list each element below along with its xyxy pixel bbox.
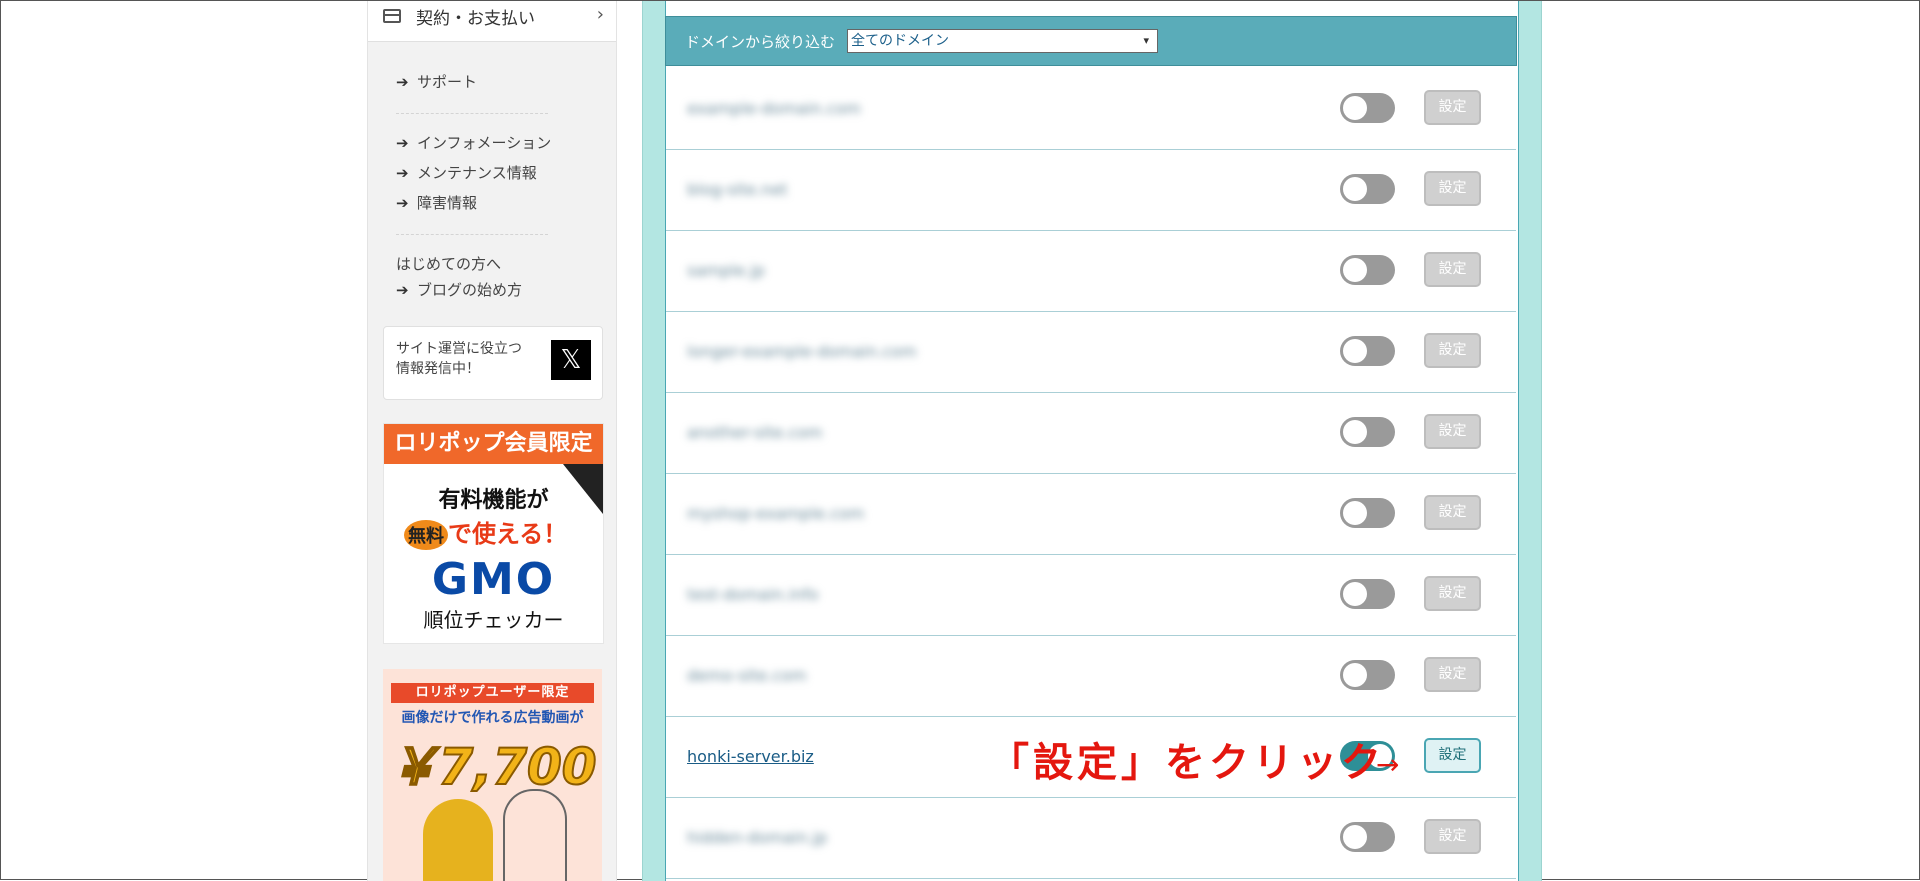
domain-row: test-domain.info 設定 xyxy=(666,555,1516,636)
divider xyxy=(396,234,548,235)
chevron-down-icon: ▾ xyxy=(1143,34,1149,47)
arrow-right-icon: ➔ xyxy=(396,281,409,299)
settings-button[interactable]: 設定 xyxy=(1424,576,1481,611)
domain-toggle[interactable] xyxy=(1340,579,1395,609)
sidebar-item-label: 契約・お支払い xyxy=(416,9,535,29)
domain-row: another-site.com 設定 xyxy=(666,393,1516,474)
domain-name[interactable]: longer-example-domain.com xyxy=(687,342,917,361)
settings-button[interactable]: 設定 xyxy=(1424,495,1481,530)
arrow-right-icon: ➔ xyxy=(396,73,409,91)
domain-name[interactable]: sample.jp xyxy=(687,261,765,280)
domain-row: sample.jp 設定 xyxy=(666,231,1516,312)
ad-banner-video[interactable]: ロリポップユーザー限定 画像だけで作れる広告動画が ￥7,700 xyxy=(383,669,602,881)
domain-name[interactable]: example-domain.com xyxy=(687,99,861,118)
domain-toggle[interactable] xyxy=(1340,336,1395,366)
domain-row: demo-site.com 設定 xyxy=(666,636,1516,717)
ad-text: 無料 で使える！ xyxy=(404,514,567,550)
arrow-right-icon: ➔ xyxy=(396,134,409,152)
x-logo-icon[interactable]: 𝕏 xyxy=(551,340,591,380)
domain-toggle[interactable] xyxy=(1340,93,1395,123)
credit-card-icon xyxy=(383,9,401,23)
domain-toggle[interactable] xyxy=(1340,660,1395,690)
domain-row: longer-example-domain.com 設定 xyxy=(666,312,1516,393)
domain-name[interactable]: myshop-example.com xyxy=(687,504,864,523)
domain-row: myshop-example.com 設定 xyxy=(666,474,1516,555)
ad-text: 画像だけで作れる広告動画が xyxy=(401,710,584,726)
sidebar-link-blog-start[interactable]: ➔ ブログの始め方 xyxy=(396,279,522,300)
x-promo-text: サイト運営に役立つ 情報発信中！ xyxy=(396,341,522,377)
sidebar-link-support[interactable]: ➔ サポート xyxy=(396,71,477,92)
ad-band: ロリポップ会員限定 xyxy=(384,424,603,464)
domain-name[interactable]: blog-site.net xyxy=(687,180,788,199)
settings-button[interactable]: 設定 xyxy=(1424,333,1481,368)
annotation-click-settings: 「設定」をクリック xyxy=(989,740,1385,786)
settings-button[interactable]: 設定 xyxy=(1424,819,1481,854)
domain-row: hidden-domain.jp 設定 xyxy=(666,798,1516,879)
arrow-right-icon: ➔ xyxy=(396,164,409,182)
domain-row: example-domain.com 設定 xyxy=(666,69,1516,150)
x-promo-box[interactable]: サイト運営に役立つ 情報発信中！ 𝕏 xyxy=(383,326,603,400)
divider xyxy=(396,113,548,114)
settings-button[interactable]: 設定 xyxy=(1424,171,1481,206)
filter-label: ドメインから絞り込む xyxy=(685,33,836,51)
domain-toggle[interactable] xyxy=(1340,417,1395,447)
gmo-logo: GMO xyxy=(431,554,556,605)
arrow-right-icon: ➔ xyxy=(396,194,409,212)
settings-button[interactable]: 設定 xyxy=(1424,252,1481,287)
domain-name[interactable]: honki-server.biz xyxy=(687,747,814,766)
domain-filter-bar: ドメインから絞り込む 全てのドメイン ▾ xyxy=(665,16,1517,66)
ad-text: 有料機能が xyxy=(438,488,549,513)
domain-toggle[interactable] xyxy=(1340,174,1395,204)
domain-toggle[interactable] xyxy=(1340,255,1395,285)
ad-banner-rank-checker[interactable]: ロリポップ会員限定 有料機能が 無料 で使える！ GMO 順位チェッカー xyxy=(383,423,604,644)
domain-name[interactable]: test-domain.info xyxy=(687,585,819,604)
ad-price: ￥7,700 xyxy=(387,737,597,797)
sidebar: 契約・お支払い › ➔ サポート ➔ インフォメーション ➔ メンテナンス情報 ➔ 障害… xyxy=(367,1,617,881)
settings-button[interactable]: 設定 xyxy=(1424,738,1481,773)
person-illustration xyxy=(503,789,567,881)
pumpkin-badge: 無料 xyxy=(404,520,448,550)
sidebar-link-information[interactable]: ➔ インフォメーション xyxy=(396,132,551,153)
sidebar-link-maintenance[interactable]: ➔ メンテナンス情報 xyxy=(396,162,537,183)
sidebar-link-incident[interactable]: ➔ 障害情報 xyxy=(396,192,477,213)
chevron-right-icon: › xyxy=(596,4,604,25)
domain-toggle[interactable] xyxy=(1340,822,1395,852)
annotation-arrow-icon: → xyxy=(1376,748,1400,781)
domain-name[interactable]: demo-site.com xyxy=(687,666,807,685)
settings-button[interactable]: 設定 xyxy=(1424,414,1481,449)
domain-toggle[interactable] xyxy=(1340,498,1395,528)
beginners-heading: はじめての方へ xyxy=(396,255,502,273)
domain-filter-select[interactable]: 全てのドメイン ▾ xyxy=(847,29,1158,53)
domain-name[interactable]: hidden-domain.jp xyxy=(687,828,827,847)
domain-row: blog-site.net 設定 xyxy=(666,150,1516,231)
person-illustration xyxy=(423,799,493,881)
sidebar-item-contract[interactable]: 契約・お支払い › xyxy=(368,1,616,42)
settings-button[interactable]: 設定 xyxy=(1424,657,1481,692)
ad-product-name: 順位チェッカー xyxy=(423,608,564,632)
ad-band: ロリポップユーザー限定 xyxy=(391,683,594,703)
settings-button[interactable]: 設定 xyxy=(1424,90,1481,125)
domain-name[interactable]: another-site.com xyxy=(687,423,822,442)
